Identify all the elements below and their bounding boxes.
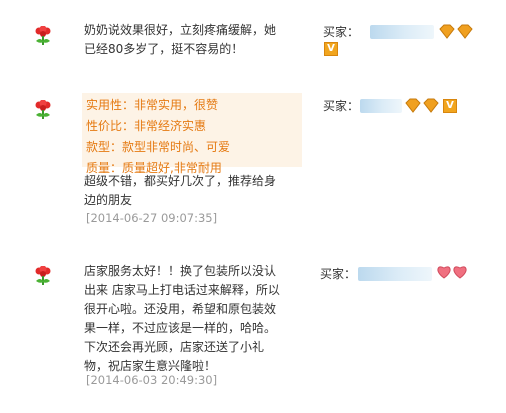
buyer-label: 买家：	[320, 267, 357, 281]
comment-line: 很开心啦。还没用，希望和原包装效	[84, 302, 277, 316]
flower-avatar-icon	[35, 26, 51, 45]
review-tags-panel: 实用性：非常实用，很赞 性价比：非常经济实惠 款型：款型非常时尚、可爱 质量：质…	[82, 93, 302, 175]
diamond-rank-icon	[405, 98, 439, 113]
masked-buyer-name	[358, 267, 432, 281]
comment-line: 边的朋友	[84, 193, 133, 207]
flower-avatar-icon	[35, 266, 51, 285]
vip-icon: V	[324, 42, 338, 56]
review-comment: 奶奶说效果很好，立刻疼痛缓解，她 已经80多岁了，挺不容易的！	[84, 21, 276, 59]
tag-line-value: 性价比：非常经济实惠	[86, 119, 207, 133]
comment-line: 超级不错，都买好几次了，推荐给身	[84, 174, 277, 188]
masked-buyer-name	[370, 25, 434, 39]
comment-line: 果一样，不过应该是一样的，哈哈。	[84, 321, 277, 335]
buyer-label: 买家：	[323, 99, 360, 113]
masked-buyer-name	[360, 99, 402, 113]
review-date: [2014-06-03 20:49:30]	[86, 373, 218, 387]
comment-line: 奶奶说效果很好，立刻疼痛缓解，她	[84, 23, 277, 37]
review-date: [2014-06-27 09:07:35]	[86, 211, 218, 225]
review-comment: 店家服务太好！！换了包装所以没认 出来 店家马上打电话过来解释，所以 很开心啦。…	[84, 262, 280, 376]
comment-line: 出来 店家马上打电话过来解释，所以	[84, 283, 280, 297]
flower-avatar-icon	[35, 100, 51, 119]
tag-line-style: 款型：款型非常时尚、可爱	[86, 140, 231, 154]
diamond-rank-icon	[439, 24, 473, 39]
tag-line-practicality: 实用性：非常实用，很赞	[86, 98, 219, 112]
comment-line: 店家服务太好！！换了包装所以没认	[84, 264, 277, 278]
comment-line: 下次还会再光顾，店家还送了小礼	[84, 340, 265, 354]
buyer-label: 买家：	[323, 25, 360, 39]
vip-icon: V	[443, 99, 457, 113]
comment-line: 已经80多岁了，挺不容易的！	[84, 42, 244, 56]
heart-rank-icon	[437, 266, 467, 279]
review-comment: 超级不错，都买好几次了，推荐给身 边的朋友	[84, 172, 276, 210]
